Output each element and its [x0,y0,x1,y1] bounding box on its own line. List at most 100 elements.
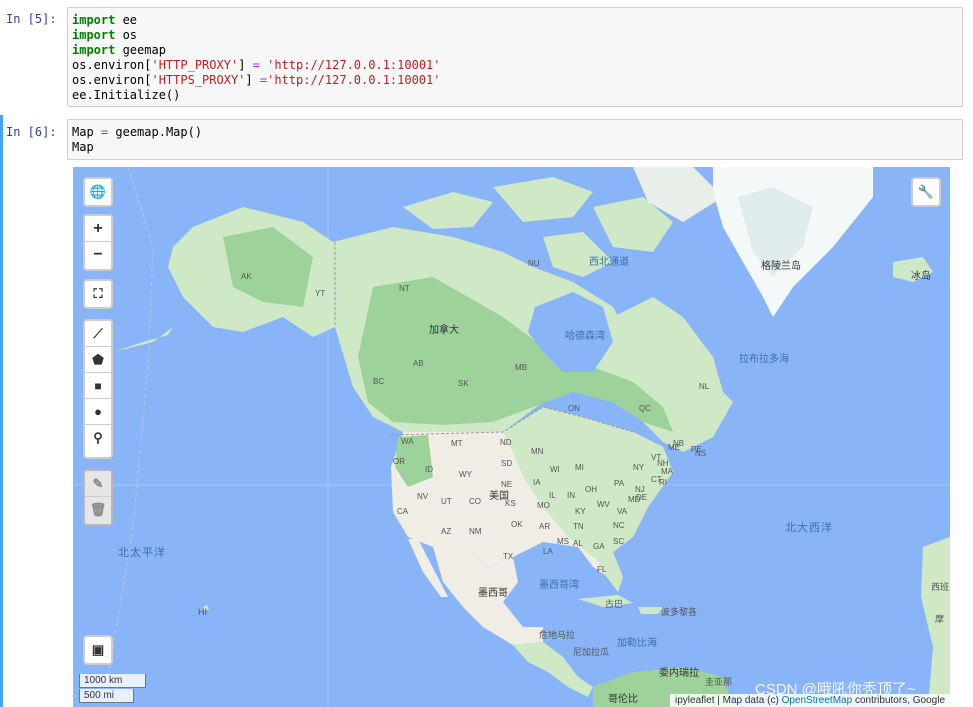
code-cell-6[interactable]: Map = geemap.Map() Map [67,119,963,160]
state-label: GA [593,542,605,551]
code-line: Map = geemap.Map() [72,125,958,140]
code-token: 'http://127.0.0.1:10001' [267,58,441,72]
state-label: MO [537,501,550,510]
code-token: 'HTTPS_PROXY' [151,73,246,87]
label-morocco: 摩 [935,614,945,624]
state-label: UT [441,497,452,506]
state-label: NV [417,492,429,501]
trash-icon[interactable]: 🗑 [85,497,111,523]
edit-toolbar[interactable]: ✎ 🗑 [83,469,113,526]
watermark: CSDN @哦吼你秃顶了~ [755,681,916,698]
state-label: CO [469,497,481,506]
fullscreen-icon[interactable]: ⛶ [85,281,111,307]
state-label: SK [458,379,469,388]
edit-layers-icon[interactable]: ✎ [85,471,111,497]
label-guatemala: 危地马拉 [539,630,576,640]
state-label: IL [549,491,556,500]
state-label: MT [451,439,463,448]
state-label: AB [413,359,424,368]
label-venezuela: 委内瑞拉 [659,668,699,679]
state-label: RI [659,478,667,487]
code-token: 'http://127.0.0.1:10001' [267,73,441,87]
zoom-in-button[interactable]: + [85,216,111,242]
label-guyana: 圭亚那 [705,677,733,687]
label-north-pacific: 北太平洋 [118,547,166,559]
scale-bar-mi: 500 mi [79,689,134,703]
state-label: ME [668,443,680,452]
state-label: AL [573,539,583,548]
layers-icon[interactable]: ▣ [85,637,111,663]
state-label: TN [573,522,584,531]
draw-polyline-icon[interactable]: ⟋ [85,321,111,347]
state-label: MB [515,363,527,372]
draw-toolbar[interactable]: ⟋ ⬟ ■ ● ⚲ [83,319,113,459]
code-token: ] [238,58,253,72]
layer-control[interactable]: ▣ [83,635,113,665]
code-token: import [72,43,116,57]
label-mexico: 墨西哥 [478,588,508,599]
globe-icon[interactable]: 🌐 [85,179,111,205]
code-line: os.environ['HTTPS_PROXY'] ='http://127.0… [72,73,958,88]
state-label: KY [575,507,586,516]
code-line: ee.Initialize() [72,88,958,103]
code-line: import ee [72,13,958,28]
wrench-icon[interactable]: 🔧 [913,179,939,205]
map-widget[interactable]: 加拿大 美国 墨西哥 格陵兰岛 冰岛 哈德森湾 拉布拉多海 北大西洋 北太平洋 … [73,167,950,707]
code-token: import [72,13,116,27]
state-label: NY [633,463,645,472]
state-label: SC [613,537,625,546]
code-line: import os [72,28,958,43]
code-line: import geemap [72,43,958,58]
map-tiles[interactable] [73,167,950,707]
label-puerto-rico: 波多黎各 [661,607,698,617]
state-label: IA [533,478,541,487]
state-label: KS [505,499,516,508]
draw-marker-icon[interactable]: ⚲ [85,425,111,451]
draw-rectangle-icon[interactable]: ■ [85,373,111,399]
scale-bar-km: 1000 km [79,674,146,688]
label-canada: 加拿大 [429,325,459,336]
state-label: MS [557,537,569,546]
code-line: Map [72,140,958,155]
state-label: TX [503,552,514,561]
label-spain: 西班 [931,582,950,592]
label-caribbean: 加勒比海 [617,638,657,649]
state-label: MN [531,447,544,456]
code-token: ee.Initialize() [72,88,181,102]
code-token: os.environ[ [72,73,152,87]
state-label: OK [511,520,523,529]
code-cell-5[interactable]: import ee import os import geemap os.enviro… [67,7,963,107]
state-label: AK [241,272,252,281]
fullscreen-control[interactable]: ⛶ [83,279,113,309]
state-label: ID [425,465,433,474]
basemap-control[interactable]: 🌐 [83,177,113,207]
state-label: QC [639,404,651,413]
state-label: BC [373,377,385,386]
cell-prompt-6: In [6]: [6,125,57,139]
zoom-control[interactable]: + − [83,214,113,271]
state-label: ND [500,438,512,447]
state-label: CA [397,507,409,516]
state-label: MI [575,463,584,472]
code-line: os.environ['HTTP_PROXY'] = 'http://127.0… [72,58,958,73]
state-label: AR [539,522,551,531]
label-hawaii: HI [198,607,207,617]
code-token: import [72,28,116,42]
code-token: Map [72,140,94,154]
state-label: WA [401,437,414,446]
label-northwest-passage: 西北通道 [589,257,629,268]
label-hudson-bay: 哈德森湾 [565,331,605,342]
state-label: VA [617,507,628,516]
state-label: WY [459,470,472,479]
toolbar-control[interactable]: 🔧 [911,177,941,207]
state-label: NC [613,521,625,530]
state-label: NM [469,527,482,536]
code-token: ] [245,73,260,87]
state-label: YT [315,289,326,298]
zoom-out-button[interactable]: − [85,242,111,268]
code-token: = [259,73,268,87]
draw-polygon-icon[interactable]: ⬟ [85,347,111,373]
draw-circle-icon[interactable]: ● [85,399,111,425]
state-label: NL [699,382,710,391]
state-label: ON [568,404,580,413]
